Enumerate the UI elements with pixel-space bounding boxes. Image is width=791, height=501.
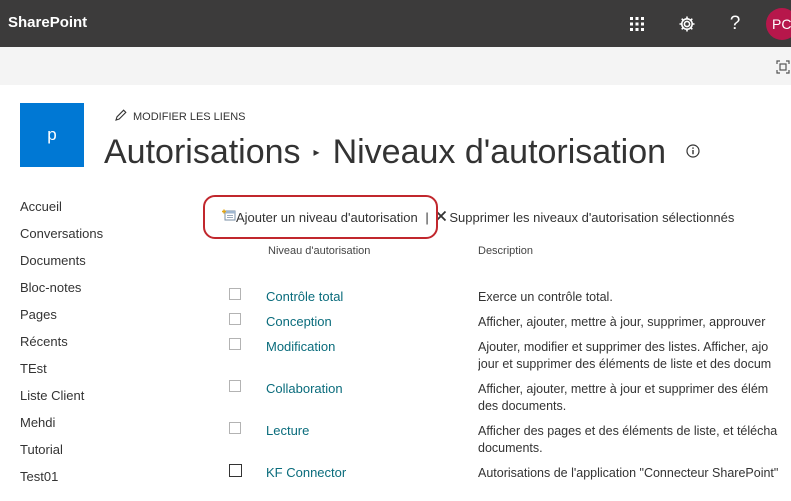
- permission-description: Afficher, ajouter, mettre à jour et supp…: [478, 381, 791, 415]
- permission-description: Afficher des pages et des éléments de li…: [478, 423, 791, 457]
- row-checkbox[interactable]: [229, 288, 241, 300]
- breadcrumb-current: Niveaux d'autorisation: [332, 133, 667, 171]
- permission-description: Autorisations de l'application "Connecte…: [478, 465, 791, 482]
- row-checkbox[interactable]: [229, 464, 242, 477]
- description-line: Exerce un contrôle total.: [478, 290, 613, 304]
- permission-description: Afficher, ajouter, mettre à jour, suppri…: [478, 314, 791, 331]
- info-icon[interactable]: [685, 128, 700, 167]
- nav-item-bloc-notes[interactable]: Bloc-notes: [20, 280, 103, 307]
- column-header-level[interactable]: Niveau d'autorisation: [268, 245, 370, 257]
- nav-item-mehdi[interactable]: Mehdi: [20, 415, 103, 442]
- nav-item-liste-client[interactable]: Liste Client: [20, 388, 103, 415]
- quick-launch-nav: Accueil Conversations Documents Bloc-not…: [20, 199, 103, 496]
- delete-permission-levels-button[interactable]: Supprimer les niveaux d'autorisation sél…: [435, 210, 734, 225]
- nav-item-recents[interactable]: Récents: [20, 334, 103, 361]
- help-icon[interactable]: ?: [721, 10, 749, 38]
- app-launcher-icon[interactable]: [623, 10, 651, 38]
- description-line: Autorisations de l'application "Connecte…: [478, 466, 779, 480]
- edit-links-button[interactable]: MODIFIER LES LIENS: [115, 109, 245, 123]
- permission-level-link[interactable]: Conception: [266, 314, 332, 329]
- permission-description: Exerce un contrôle total.: [478, 289, 791, 306]
- brand-name[interactable]: SharePoint: [8, 14, 87, 31]
- permission-level-link[interactable]: Collaboration: [266, 381, 343, 396]
- row-checkbox[interactable]: [229, 313, 241, 325]
- column-header-description[interactable]: Description: [478, 245, 533, 257]
- permission-description: Ajouter, modifier et supprimer des liste…: [478, 339, 791, 373]
- permission-level-link[interactable]: Modification: [266, 339, 335, 354]
- delete-levels-label: Supprimer les niveaux d'autorisation sél…: [449, 210, 735, 225]
- description-line: Afficher des pages et des éléments de li…: [478, 424, 778, 438]
- nav-item-accueil[interactable]: Accueil: [20, 199, 103, 226]
- description-line: Ajouter, modifier et supprimer des liste…: [478, 340, 769, 354]
- row-checkbox[interactable]: [229, 422, 241, 434]
- nav-item-documents[interactable]: Documents: [20, 253, 103, 280]
- breadcrumb-separator-icon: ▸: [313, 145, 320, 159]
- highlight-annotation: [203, 195, 438, 239]
- ribbon-bar: [0, 47, 791, 85]
- page-title: Autorisations ▸ Niveaux d'autorisation: [104, 128, 700, 172]
- permission-level-link[interactable]: Lecture: [266, 423, 309, 438]
- avatar[interactable]: PC: [766, 8, 791, 40]
- edit-links-label: MODIFIER LES LIENS: [133, 111, 246, 123]
- description-line: Afficher, ajouter, mettre à jour et supp…: [478, 382, 769, 396]
- description-line: documents.: [478, 441, 543, 455]
- row-checkbox[interactable]: [229, 380, 241, 392]
- settings-gear-icon[interactable]: [673, 10, 701, 38]
- nav-item-conversations[interactable]: Conversations: [20, 226, 103, 253]
- focus-mode-icon[interactable]: [776, 60, 790, 74]
- suite-bar: SharePoint ? PC: [0, 0, 791, 47]
- description-line: des documents.: [478, 399, 567, 413]
- nav-item-pages[interactable]: Pages: [20, 307, 103, 334]
- permission-level-link[interactable]: Contrôle total: [266, 289, 343, 304]
- permission-level-link[interactable]: KF Connector: [266, 465, 346, 480]
- description-line: Afficher, ajouter, mettre à jour, suppri…: [478, 315, 766, 329]
- nav-item-test[interactable]: TEst: [20, 361, 103, 388]
- nav-item-tutorial[interactable]: Tutorial: [20, 442, 103, 469]
- description-line: jour et supprimer des éléments de liste …: [478, 357, 772, 371]
- nav-item-test01[interactable]: Test01: [20, 469, 103, 496]
- site-logo[interactable]: p: [20, 103, 84, 167]
- pencil-icon: [115, 109, 127, 121]
- row-checkbox[interactable]: [229, 338, 241, 350]
- breadcrumb-parent[interactable]: Autorisations: [104, 133, 301, 171]
